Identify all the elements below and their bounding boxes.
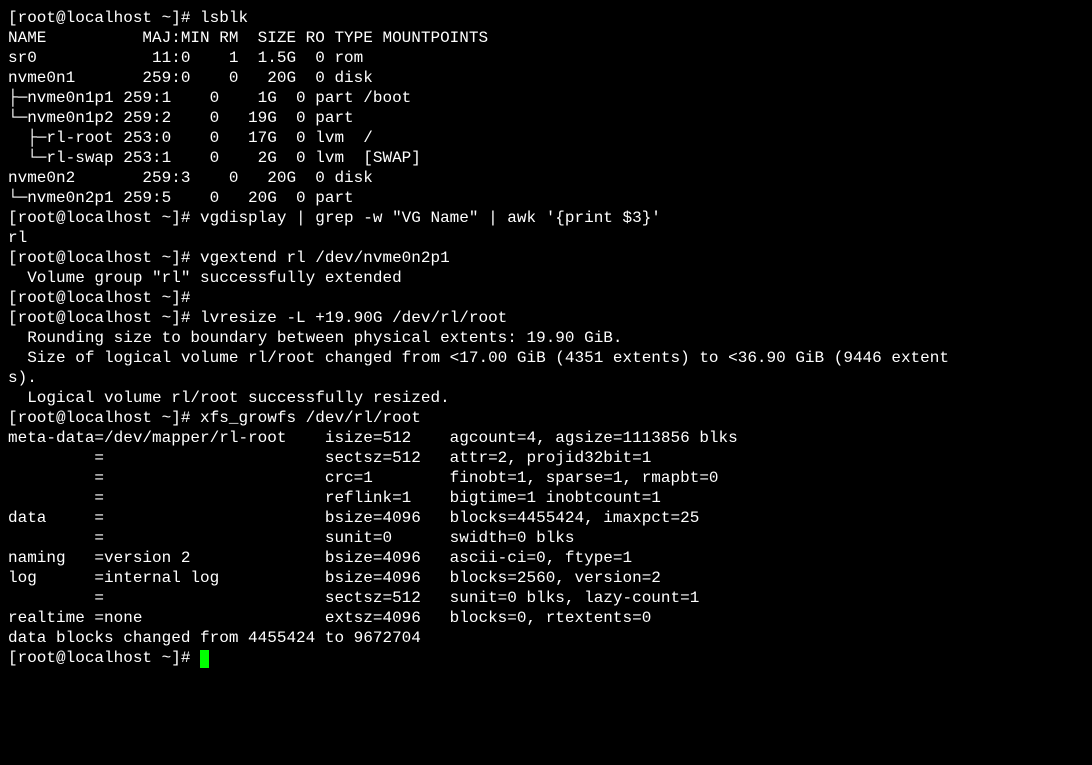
xfs-row: log =internal log bsize=4096 blocks=2560… — [8, 569, 661, 587]
lsblk-row: ├─rl-root 253:0 0 17G 0 lvm / — [8, 129, 373, 147]
xfs-row: data = bsize=4096 blocks=4455424, imaxpc… — [8, 509, 699, 527]
xfs-row: meta-data=/dev/mapper/rl-root isize=512 … — [8, 429, 738, 447]
output-lvresize: Logical volume rl/root successfully resi… — [8, 389, 450, 407]
cursor-block — [200, 650, 209, 668]
xfs-row: data blocks changed from 4455424 to 9672… — [8, 629, 421, 647]
prompt: [root@localhost ~]# — [8, 249, 200, 267]
cmd-lvresize: lvresize -L +19.90G /dev/rl/root — [200, 309, 507, 327]
prompt: [root@localhost ~]# — [8, 309, 200, 327]
xfs-row: = sectsz=512 sunit=0 blks, lazy-count=1 — [8, 589, 699, 607]
cmd-vgdisplay: vgdisplay | grep -w "VG Name" | awk '{pr… — [200, 209, 661, 227]
cmd-lsblk: lsblk — [200, 9, 248, 27]
lsblk-row: sr0 11:0 1 1.5G 0 rom — [8, 49, 363, 67]
xfs-row: = sunit=0 swidth=0 blks — [8, 529, 575, 547]
output-lvresize: s). — [8, 369, 37, 387]
lsblk-row: nvme0n2 259:3 0 20G 0 disk — [8, 169, 373, 187]
output-lvresize: Size of logical volume rl/root changed f… — [8, 349, 949, 367]
lsblk-row: nvme0n1 259:0 0 20G 0 disk — [8, 69, 373, 87]
prompt: [root@localhost ~]# — [8, 289, 200, 307]
xfs-row: = crc=1 finobt=1, sparse=1, rmapbt=0 — [8, 469, 719, 487]
output-vgname: rl — [8, 229, 27, 247]
prompt: [root@localhost ~]# — [8, 649, 200, 667]
prompt: [root@localhost ~]# — [8, 409, 200, 427]
xfs-row: = reflink=1 bigtime=1 inobtcount=1 — [8, 489, 661, 507]
xfs-row: naming =version 2 bsize=4096 ascii-ci=0,… — [8, 549, 632, 567]
lsblk-header: NAME MAJ:MIN RM SIZE RO TYPE MOUNTPOINTS — [8, 29, 488, 47]
output-vgextend: Volume group "rl" successfully extended — [8, 269, 402, 287]
lsblk-row: └─nvme0n1p2 259:2 0 19G 0 part — [8, 109, 354, 127]
cmd-vgextend: vgextend rl /dev/nvme0n2p1 — [200, 249, 450, 267]
cmd-xfsgrowfs: xfs_growfs /dev/rl/root — [200, 409, 421, 427]
xfs-row: = sectsz=512 attr=2, projid32bit=1 — [8, 449, 651, 467]
prompt: [root@localhost ~]# — [8, 209, 200, 227]
lsblk-row: ├─nvme0n1p1 259:1 0 1G 0 part /boot — [8, 89, 411, 107]
lsblk-row: └─rl-swap 253:1 0 2G 0 lvm [SWAP] — [8, 149, 421, 167]
lsblk-row: └─nvme0n2p1 259:5 0 20G 0 part — [8, 189, 354, 207]
output-lvresize: Rounding size to boundary between physic… — [8, 329, 623, 347]
terminal-output[interactable]: [root@localhost ~]# lsblk NAME MAJ:MIN R… — [0, 0, 1092, 676]
prompt: [root@localhost ~]# — [8, 9, 200, 27]
xfs-row: realtime =none extsz=4096 blocks=0, rtex… — [8, 609, 651, 627]
